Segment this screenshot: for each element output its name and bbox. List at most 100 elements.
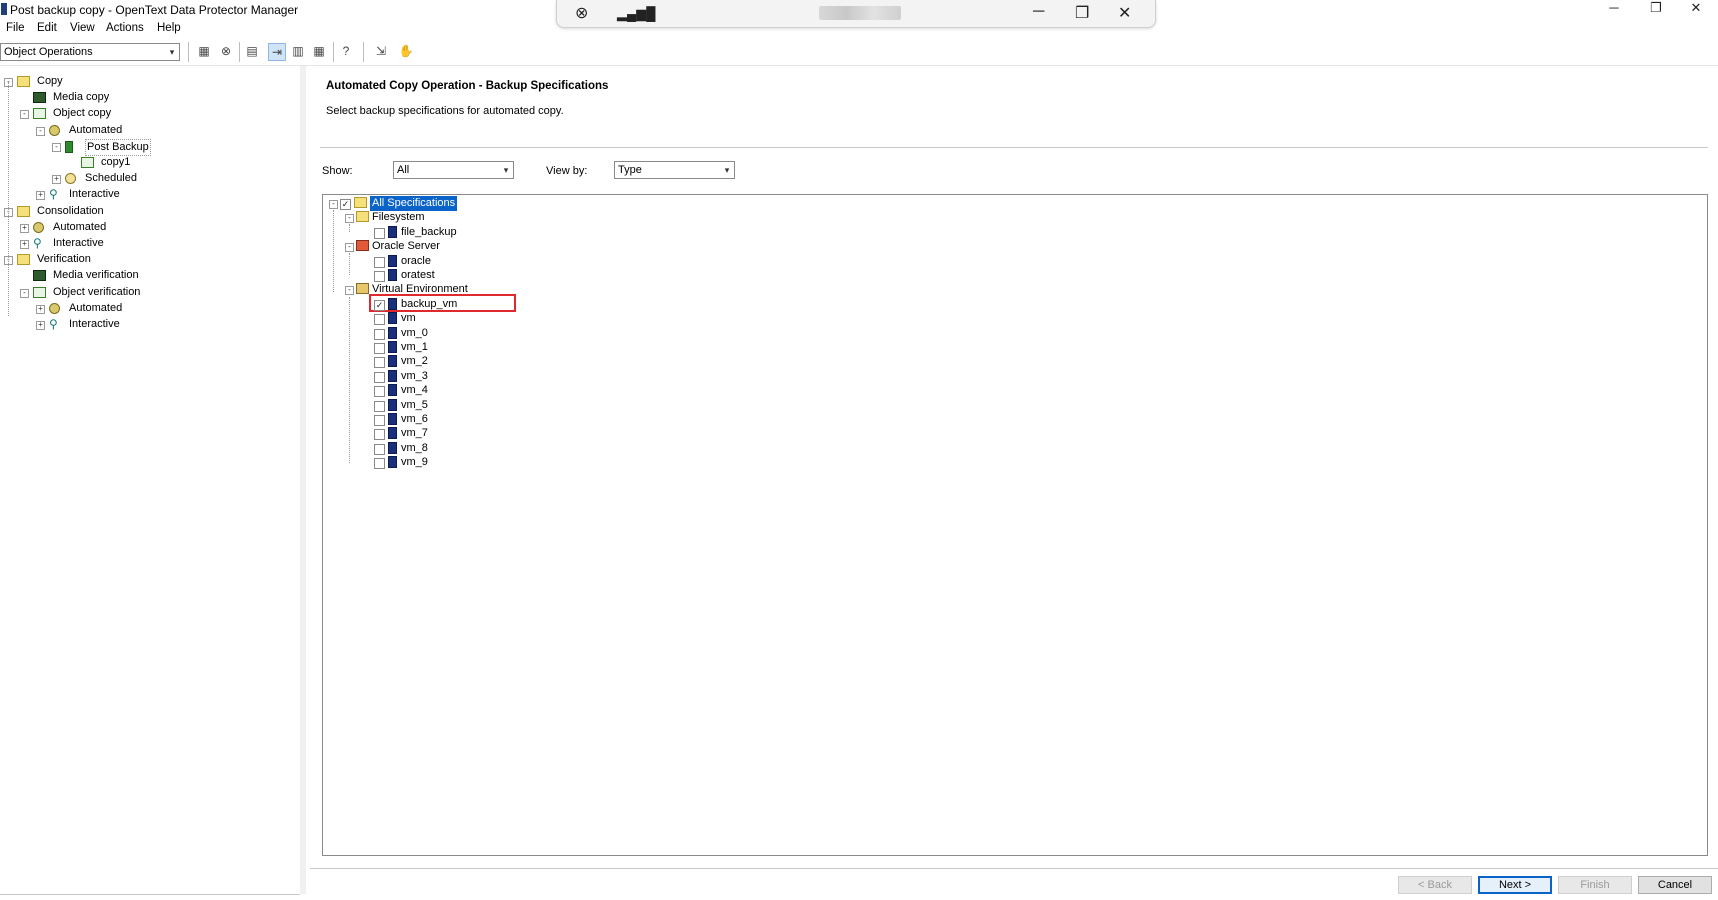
tree-item-label[interactable]: Post Backup — [85, 138, 151, 156]
footer-divider — [310, 868, 1718, 869]
restore-button[interactable]: ❐ — [1636, 0, 1676, 18]
next-button[interactable]: Next > — [1478, 876, 1552, 894]
spec-checkbox[interactable] — [374, 328, 385, 340]
spec-tree-item[interactable]: vm_8 — [401, 441, 428, 456]
menu-view[interactable]: View — [70, 22, 95, 34]
backup-spec-icon — [388, 456, 397, 469]
expand-toggle-icon[interactable]: - — [20, 110, 29, 120]
spec-checkbox[interactable] — [374, 443, 385, 455]
tree-item-label[interactable]: Automated — [53, 220, 106, 235]
finish-button[interactable]: Finish — [1558, 876, 1632, 894]
details-icon[interactable]: ▥ — [289, 43, 307, 61]
expand-toggle-icon[interactable]: - — [329, 200, 338, 209]
tree-item-label[interactable]: Interactive — [53, 236, 104, 251]
expand-toggle-icon[interactable]: + — [20, 240, 29, 249]
spec-tree-item[interactable]: vm — [401, 311, 416, 326]
spec-checkbox[interactable] — [374, 429, 385, 441]
hand-icon[interactable]: ✋ — [397, 43, 415, 61]
spec-tree-item[interactable]: vm_7 — [401, 426, 428, 441]
menu-help[interactable]: Help — [157, 22, 181, 34]
spec-tree-item[interactable]: vm_5 — [401, 398, 428, 413]
spec-checkbox[interactable] — [374, 227, 385, 239]
menu-actions[interactable]: Actions — [106, 22, 144, 34]
spec-checkbox[interactable]: ✓ — [374, 299, 385, 311]
expand-toggle-icon[interactable]: + — [20, 223, 29, 233]
context-selector-value: Object Operations — [4, 46, 93, 58]
expand-toggle-icon[interactable]: + — [36, 191, 45, 201]
scoping-pane-icon[interactable]: ▤ — [243, 43, 261, 61]
remote-minimize-button[interactable]: ─ — [1033, 3, 1044, 21]
export-icon[interactable]: ⇲ — [372, 43, 390, 61]
spec-tree-item[interactable]: Filesystem — [372, 210, 425, 225]
spec-checkbox[interactable] — [374, 256, 385, 268]
spec-tree-item[interactable]: oracle — [401, 254, 431, 269]
context-selector[interactable]: Object Operations ▾ — [0, 43, 180, 61]
viewby-dropdown-value: Type — [618, 164, 642, 176]
pin-icon[interactable]: ⇥ — [268, 43, 286, 61]
expand-toggle-icon[interactable]: + — [36, 304, 45, 314]
tree-item-label[interactable]: Scheduled — [85, 171, 137, 186]
tree-guide-line — [349, 297, 350, 463]
spec-tree-item[interactable]: Oracle Server — [372, 239, 440, 254]
backup-spec-icon — [388, 369, 397, 382]
spec-tree-item[interactable]: vm_9 — [401, 455, 428, 470]
tree-item-label[interactable]: Verification — [37, 252, 91, 267]
expand-toggle-icon[interactable]: - — [345, 243, 354, 253]
expand-toggle-icon[interactable]: - — [52, 142, 61, 152]
expand-toggle-icon[interactable]: - — [36, 126, 45, 136]
expand-toggle-icon[interactable]: - — [20, 288, 29, 298]
expand-toggle-icon[interactable]: + — [36, 321, 45, 330]
spec-checkbox[interactable] — [374, 386, 385, 398]
tree-item-label[interactable]: Object copy — [53, 106, 111, 121]
backup-spec-icon — [388, 355, 397, 368]
toolbar: Object Operations ▾ ▦ ⊗ ▤ ⇥ ▥ ▦ ? ⇲ ✋ — [0, 40, 1718, 66]
spec-tree-item[interactable]: backup_vm — [401, 297, 457, 312]
tree-item-label[interactable]: Copy — [37, 74, 63, 89]
spec-tree-item[interactable]: vm_0 — [401, 326, 428, 341]
spec-tree-item[interactable]: All Specifications — [370, 196, 458, 211]
spec-tree-item[interactable]: vm_4 — [401, 383, 428, 398]
tree-item-label[interactable]: Consolidation — [37, 204, 104, 219]
show-dropdown[interactable]: All ▾ — [393, 161, 514, 179]
help-icon[interactable]: ? — [337, 43, 355, 61]
spec-checkbox[interactable] — [374, 400, 385, 412]
new-item-icon[interactable]: ▦ — [195, 43, 213, 61]
spec-tree-item[interactable]: vm_2 — [401, 354, 428, 369]
tree-item-label[interactable]: Media copy — [53, 90, 109, 105]
tree-item-label[interactable]: Interactive — [69, 317, 120, 332]
expand-toggle-icon[interactable]: + — [52, 175, 61, 185]
spec-checkbox[interactable] — [374, 314, 385, 326]
spec-tree-item[interactable]: Virtual Environment — [372, 282, 468, 297]
expand-toggle-icon[interactable]: - — [345, 286, 354, 296]
menu-edit[interactable]: Edit — [37, 22, 57, 34]
calendar-icon[interactable]: ▦ — [310, 43, 328, 61]
spec-tree-item[interactable]: vm_6 — [401, 412, 428, 427]
cancel-button[interactable]: Cancel — [1638, 876, 1712, 894]
menu-bar: File Edit View Actions Help — [0, 20, 1718, 38]
spec-checkbox[interactable] — [374, 343, 385, 354]
spec-checkbox[interactable] — [374, 415, 385, 426]
spec-tree-item[interactable]: file_backup — [401, 225, 457, 240]
menu-file[interactable]: File — [6, 22, 25, 34]
spec-tree-item[interactable]: vm_3 — [401, 369, 428, 384]
expand-toggle-icon[interactable]: - — [345, 214, 354, 224]
spec-checkbox[interactable] — [374, 458, 385, 470]
tree-item-label[interactable]: Automated — [69, 123, 122, 138]
tree-item-label[interactable]: Media verification — [53, 268, 139, 283]
spec-tree-item[interactable]: oratest — [401, 268, 435, 283]
spec-checkbox[interactable] — [374, 271, 385, 282]
tree-item-label[interactable]: Automated — [69, 301, 122, 316]
stop-icon[interactable]: ⊗ — [217, 43, 235, 61]
tree-item-label[interactable]: Object verification — [53, 285, 140, 300]
minimize-button[interactable]: ─ — [1594, 0, 1634, 18]
spec-tree-item[interactable]: vm_1 — [401, 340, 428, 355]
spec-checkbox[interactable]: ✓ — [340, 199, 351, 210]
spec-checkbox[interactable] — [374, 357, 385, 369]
back-button[interactable]: < Back — [1398, 876, 1472, 894]
viewby-dropdown[interactable]: Type ▾ — [614, 161, 735, 179]
automated-gear-icon — [49, 302, 60, 314]
close-button[interactable]: ✕ — [1676, 0, 1716, 18]
tree-item-label[interactable]: copy1 — [101, 155, 130, 170]
spec-checkbox[interactable] — [374, 371, 385, 383]
tree-item-label[interactable]: Interactive — [69, 187, 120, 202]
